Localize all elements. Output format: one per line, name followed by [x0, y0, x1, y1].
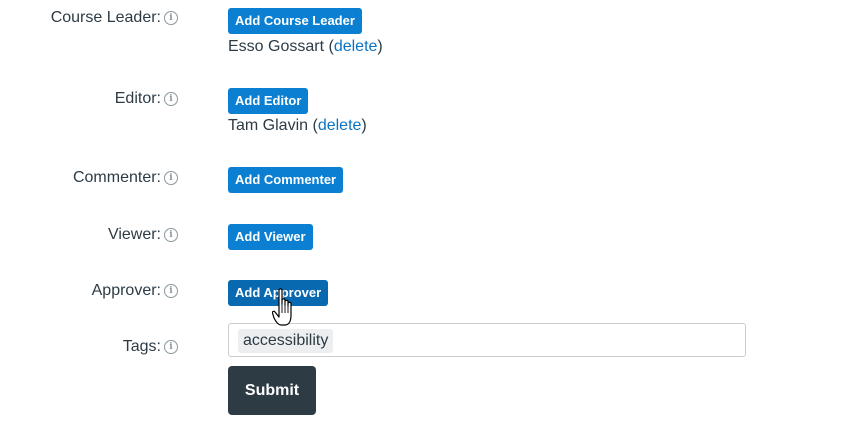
member-name: Tam Glavin: [228, 117, 309, 134]
info-icon[interactable]: i: [164, 92, 178, 106]
commenter-label-text: Commenter:: [72, 169, 161, 186]
add-editor-button[interactable]: Add Editor: [228, 88, 309, 114]
delete-member-link[interactable]: delete: [318, 117, 362, 134]
course-leader-member: Esso Gossart (delete): [228, 38, 383, 55]
course-leader-label-text: Course Leader:: [50, 9, 161, 26]
delete-member-link[interactable]: delete: [334, 38, 378, 55]
approver-label: Approver: i: [92, 282, 178, 300]
tags-label: Tags: i: [123, 338, 178, 356]
course-leader-label: Course Leader: i: [51, 9, 178, 27]
add-viewer-button[interactable]: Add Viewer: [228, 224, 313, 250]
add-commenter-button[interactable]: Add Commenter: [228, 167, 344, 193]
info-icon[interactable]: i: [164, 171, 178, 185]
tags-label-text: Tags:: [122, 338, 161, 355]
approver-label-text: Approver:: [91, 282, 161, 299]
hand-cursor-icon: [272, 288, 292, 326]
editor-member: Tam Glavin (delete): [228, 117, 367, 134]
add-course-leader-button[interactable]: Add Course Leader: [228, 8, 362, 34]
info-icon[interactable]: i: [164, 11, 178, 25]
commenter-label: Commenter: i: [73, 169, 178, 187]
tags-input[interactable]: accessibility: [228, 323, 746, 357]
info-icon[interactable]: i: [164, 284, 178, 298]
info-icon[interactable]: i: [164, 340, 178, 354]
editor-label-text: Editor:: [114, 90, 161, 107]
editor-label: Editor: i: [115, 90, 178, 108]
member-name: Esso Gossart: [228, 38, 325, 55]
info-icon[interactable]: i: [164, 228, 178, 242]
viewer-label: Viewer: i: [108, 226, 178, 244]
tag-chip[interactable]: accessibility: [238, 329, 334, 353]
submit-button[interactable]: Submit: [228, 366, 316, 415]
viewer-label-text: Viewer:: [107, 226, 161, 243]
